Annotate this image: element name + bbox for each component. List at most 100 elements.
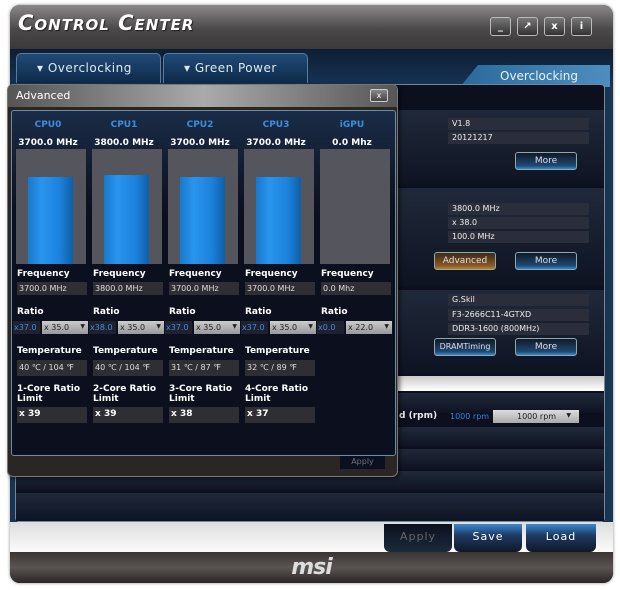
core-column-cpu0: CPU0 3700.0 MHz Frequency 3700.0 MHz Rat… xyxy=(13,111,88,457)
maximize-button[interactable]: ↗ xyxy=(517,17,538,36)
ratio-select[interactable]: x 35.0 ▼ xyxy=(42,321,88,334)
ratio-select-value: x 35.0 xyxy=(44,323,70,332)
chevron-down-icon: ▼ xyxy=(232,323,237,330)
ratio-limit-value: x 39 xyxy=(17,407,87,423)
apply-button[interactable]: Apply xyxy=(384,524,452,552)
cpu-base-clock: 100.0 MHz xyxy=(448,231,589,243)
temperature-value: 40 ℃ / 104 ℉ xyxy=(17,360,87,376)
core-gauge xyxy=(244,149,314,264)
chevron-down-icon: ▼ xyxy=(80,323,85,330)
frequency-label: Frequency xyxy=(17,269,70,279)
chevron-down-icon: ▼ xyxy=(156,323,161,330)
core-gauge-fill xyxy=(180,177,225,264)
ratio-current: x38.0 xyxy=(89,321,116,334)
frequency-label: Frequency xyxy=(169,269,222,279)
frequency-value: 3700.0 MHz xyxy=(169,282,239,295)
bios-version: V1.8 xyxy=(448,118,589,130)
ratio-limit-value: x 38 xyxy=(169,407,239,423)
fan-speed-select[interactable]: 1000 rpm ▼ xyxy=(493,410,579,423)
dialog-title: Advanced xyxy=(8,85,397,107)
load-button[interactable]: Load xyxy=(526,524,596,552)
ratio-select-value: x 35.0 xyxy=(120,323,146,332)
ratio-limit-label: 2-Core Ratio Limit xyxy=(93,384,157,404)
ratio-select[interactable]: x 22.0 ▼ xyxy=(346,321,392,334)
chevron-down-icon: ▼ xyxy=(384,323,389,330)
advanced-button[interactable]: Advanced xyxy=(434,252,496,270)
ratio-limit-value: x 37 xyxy=(245,407,315,423)
ratio-current: x37.0 xyxy=(165,321,192,334)
core-gauge-fill xyxy=(104,174,149,264)
core-gauge xyxy=(168,149,238,264)
advanced-dialog: Advanced x CPU0 3700.0 MHz Frequency 370… xyxy=(7,84,398,477)
ratio-current: x0.0 xyxy=(317,321,344,334)
temperature-label: Temperature xyxy=(17,346,82,356)
core-mhz: 3700.0 MHz xyxy=(170,138,230,148)
core-gauge xyxy=(320,149,390,264)
frequency-label: Frequency xyxy=(321,269,374,279)
frequency-value: 3700.0 MHz xyxy=(17,282,87,295)
ratio-select-value: x 35.0 xyxy=(272,323,298,332)
ratio-label: Ratio xyxy=(169,307,196,317)
action-strip xyxy=(10,522,613,556)
core-gauge xyxy=(92,149,162,264)
dialog-close-button[interactable]: x xyxy=(370,89,388,102)
ratio-current: x37.0 xyxy=(241,321,268,334)
cpu-frequency: 3800.0 MHz xyxy=(448,203,589,215)
tab-label: Overclocking xyxy=(47,61,132,75)
ratio-limit-label: 1-Core Ratio Limit xyxy=(17,384,81,404)
temperature-label: Temperature xyxy=(245,346,310,356)
info-button[interactable]: i xyxy=(571,17,592,36)
memory-part: F3-2666C11-4GTXD xyxy=(448,309,589,321)
core-mhz: 0.0 Mhz xyxy=(332,138,372,148)
ratio-label: Ratio xyxy=(93,307,120,317)
core-gauge xyxy=(16,149,86,264)
frequency-value: 3700.0 MHz xyxy=(245,282,315,295)
core-gauge-fill xyxy=(256,177,301,264)
bios-date: 20121217 xyxy=(448,132,589,144)
core-column-cpu1: CPU1 3800.0 MHz Frequency 3800.0 MHz Rat… xyxy=(89,111,164,457)
core-name: CPU0 xyxy=(34,120,62,130)
save-button[interactable]: Save xyxy=(454,524,522,552)
msi-logo: msi xyxy=(291,555,333,580)
core-column-cpu2: CPU2 3700.0 MHz Frequency 3700.0 MHz Rat… xyxy=(165,111,240,457)
fan-label: d (rpm) xyxy=(399,411,438,421)
core-mhz: 3800.0 MHz xyxy=(94,138,154,148)
tab-overclocking[interactable]: ▾ Overclocking xyxy=(16,53,161,83)
core-column-igpu: iGPU 0.0 Mhz Frequency 0.0 Mhz Ratio x0.… xyxy=(317,111,392,457)
ratio-select[interactable]: x 35.0 ▼ xyxy=(270,321,316,334)
ratio-select[interactable]: x 35.0 ▼ xyxy=(194,321,240,334)
cpu-ratio: x 38.0 xyxy=(448,217,589,229)
ratio-label: Ratio xyxy=(321,307,348,317)
core-name: CPU2 xyxy=(186,120,214,130)
core-name: CPU3 xyxy=(262,120,290,130)
cpu-more-button[interactable]: More xyxy=(515,252,577,270)
minimize-button[interactable]: _ xyxy=(490,17,511,36)
fan-current: 1000 rpm xyxy=(450,412,490,421)
fan-select-value: 1000 rpm xyxy=(517,412,557,421)
ratio-limit-label: 3-Core Ratio Limit xyxy=(169,384,233,404)
temperature-value: 40 ℃ / 104 ℉ xyxy=(93,360,163,376)
bios-more-button[interactable]: More xyxy=(515,152,577,170)
frequency-label: Frequency xyxy=(93,269,146,279)
memory-more-button[interactable]: More xyxy=(515,338,577,356)
list-row xyxy=(16,493,604,521)
temperature-label: Temperature xyxy=(93,346,158,356)
close-button[interactable]: x xyxy=(544,17,565,36)
core-name: iGPU xyxy=(339,120,365,130)
dialog-apply-button[interactable]: Apply xyxy=(340,456,385,469)
temperature-label: Temperature xyxy=(169,346,234,356)
dram-timing-button[interactable]: DRAMTiming xyxy=(434,338,496,356)
ratio-label: Ratio xyxy=(17,307,44,317)
ratio-limit-label: 4-Core Ratio Limit xyxy=(245,384,309,404)
ratio-select-value: x 22.0 xyxy=(348,323,374,332)
frequency-value: 3800.0 MHz xyxy=(93,282,163,295)
core-mhz: 3700.0 MHz xyxy=(246,138,306,148)
ratio-limit-value: x 39 xyxy=(93,407,163,423)
ratio-current: x37.0 xyxy=(13,321,40,334)
core-mhz: 3700.0 MHz xyxy=(18,138,78,148)
ratio-select[interactable]: x 35.0 ▼ xyxy=(118,321,164,334)
tab-green-power[interactable]: ▾ Green Power xyxy=(163,53,308,83)
title-bar: Control Center _ ↗ x i xyxy=(10,5,613,49)
core-panel: CPU0 3700.0 MHz Frequency 3700.0 MHz Rat… xyxy=(11,110,396,456)
core-gauge-fill xyxy=(28,177,73,264)
